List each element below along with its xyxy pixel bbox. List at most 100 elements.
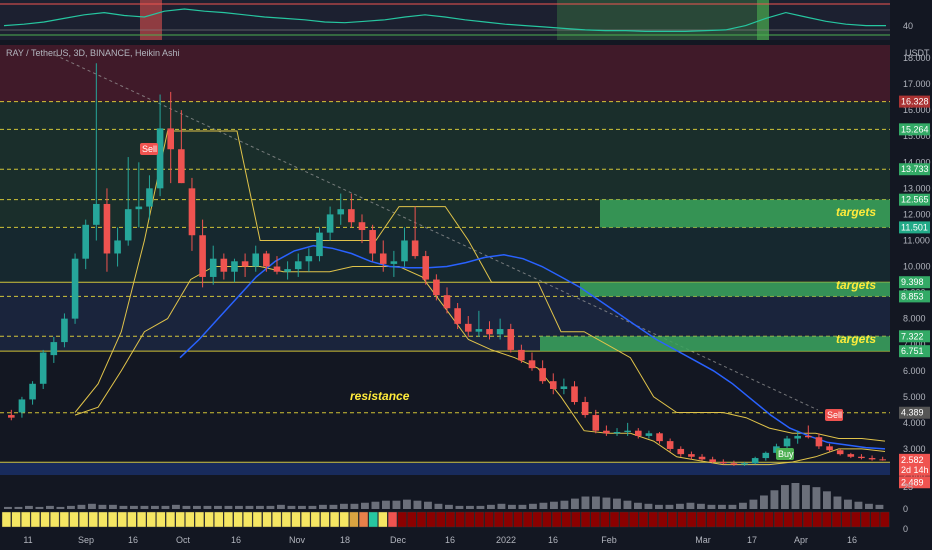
volume-bar bbox=[770, 490, 779, 509]
trend-cell bbox=[339, 511, 349, 528]
price-tick: 12.000 bbox=[903, 209, 931, 219]
volume-bar bbox=[424, 501, 432, 509]
time-tick: Nov bbox=[289, 535, 306, 545]
targets-label-2: targets bbox=[836, 278, 876, 292]
trend-cell bbox=[793, 511, 803, 528]
trend-cell bbox=[696, 511, 707, 528]
time-axis-bg bbox=[0, 530, 932, 550]
candle-body bbox=[135, 206, 143, 210]
candle-body bbox=[698, 456, 706, 460]
trend-cell bbox=[532, 511, 542, 528]
candle-body bbox=[337, 209, 345, 215]
volume-bar bbox=[833, 496, 842, 509]
candle-body bbox=[879, 459, 886, 461]
level-badge-label: 2.582 bbox=[901, 455, 924, 465]
price-chart[interactable]: SellSellBuy 18.00017.00016.00015.00014.0… bbox=[0, 0, 932, 550]
trend-cell bbox=[735, 511, 745, 528]
currency-label: USDT bbox=[905, 48, 930, 58]
volume-bar bbox=[529, 503, 537, 509]
candle-body bbox=[603, 430, 610, 434]
volume-bar bbox=[151, 505, 159, 509]
volume-bar bbox=[613, 498, 621, 509]
volume-bar bbox=[382, 500, 390, 509]
trend-cell bbox=[667, 511, 678, 528]
signal-label-1: Sell bbox=[827, 410, 842, 420]
trend-cell bbox=[50, 511, 60, 528]
volume-bar bbox=[812, 487, 821, 509]
trend-cell bbox=[687, 511, 697, 528]
candle-body bbox=[114, 240, 121, 254]
candle-body bbox=[326, 214, 334, 233]
candle-body bbox=[294, 261, 302, 270]
price-tick: 3.000 bbox=[903, 444, 926, 454]
trend-cell bbox=[88, 511, 98, 528]
time-tick: 18 bbox=[340, 535, 350, 545]
candle-body bbox=[188, 188, 196, 236]
trend-cell bbox=[851, 511, 861, 528]
volume-bar bbox=[172, 504, 180, 509]
volume-bar bbox=[182, 505, 191, 509]
time-tick: 16 bbox=[445, 535, 455, 545]
candle-body bbox=[496, 329, 504, 335]
volume-bar bbox=[560, 500, 569, 509]
trend-cell bbox=[436, 511, 446, 528]
volume-bar bbox=[749, 499, 758, 509]
trend-cell bbox=[870, 511, 880, 528]
volume-bar bbox=[224, 505, 233, 509]
trend-cell bbox=[281, 511, 291, 528]
oscillator-red-zone bbox=[140, 0, 162, 40]
volume-bar bbox=[88, 503, 96, 509]
trend-cell bbox=[21, 511, 31, 528]
candle-body bbox=[549, 381, 557, 389]
candle-body bbox=[390, 261, 398, 264]
level-badge-label: 15.264 bbox=[901, 124, 929, 134]
trend-cell bbox=[484, 511, 494, 528]
volume-bar bbox=[445, 504, 453, 509]
trend-bar bbox=[1, 511, 890, 528]
price-tick: 5.000 bbox=[903, 392, 926, 402]
volume-bar bbox=[98, 504, 107, 509]
price-tick: 13.000 bbox=[903, 183, 931, 193]
volume-bar bbox=[781, 485, 789, 509]
trend-cell bbox=[503, 511, 513, 528]
background-zones bbox=[0, 45, 890, 475]
price-axis[interactable]: 18.00017.00016.00015.00014.00013.00012.0… bbox=[890, 45, 932, 489]
volume-bar bbox=[413, 500, 422, 509]
volume-bar bbox=[46, 505, 54, 509]
volume-bar bbox=[823, 491, 831, 509]
volume-bar bbox=[392, 500, 401, 509]
candle-body bbox=[422, 256, 430, 280]
candle-body bbox=[868, 458, 876, 460]
trend-cell bbox=[542, 511, 552, 528]
trend-cell bbox=[136, 511, 147, 528]
candle-body bbox=[348, 209, 355, 223]
symbol-legend[interactable]: RAY / TetherUS, 3D, BINANCE, Heikin Ashi bbox=[6, 48, 180, 58]
trend-cell bbox=[223, 511, 234, 528]
time-axis[interactable]: 11 Sep 16 Oct 16 Nov 18 Dec 16 2022 16 Feb Mar 17 Apr 1… bbox=[0, 530, 932, 550]
volume-bar bbox=[760, 495, 768, 509]
volume-bar bbox=[655, 504, 663, 509]
trend-cell bbox=[783, 511, 793, 528]
volume-bar bbox=[193, 505, 201, 509]
trend-cell bbox=[185, 511, 195, 528]
trend-cell bbox=[561, 511, 571, 528]
trend-cell bbox=[880, 511, 890, 528]
volume-bar bbox=[214, 505, 222, 509]
candle-body bbox=[93, 203, 100, 225]
volume-bar bbox=[791, 483, 800, 509]
trend-cell bbox=[59, 511, 69, 528]
level-badge-label: 12.565 bbox=[901, 195, 929, 205]
volume-bar bbox=[266, 505, 275, 509]
trend-cell bbox=[416, 511, 427, 528]
volume-bar bbox=[287, 505, 296, 509]
level-badge-label: 8.853 bbox=[901, 291, 924, 301]
trend-bar-label: 0 bbox=[903, 524, 908, 534]
oscillator-panel bbox=[0, 0, 932, 45]
candle-body bbox=[231, 261, 238, 272]
trend-cell bbox=[860, 511, 871, 528]
price-tick: 6.000 bbox=[903, 366, 926, 376]
volume-bar bbox=[235, 505, 243, 509]
trend-cell bbox=[706, 511, 716, 528]
candle-body bbox=[178, 149, 185, 184]
volume-bar bbox=[634, 502, 642, 509]
